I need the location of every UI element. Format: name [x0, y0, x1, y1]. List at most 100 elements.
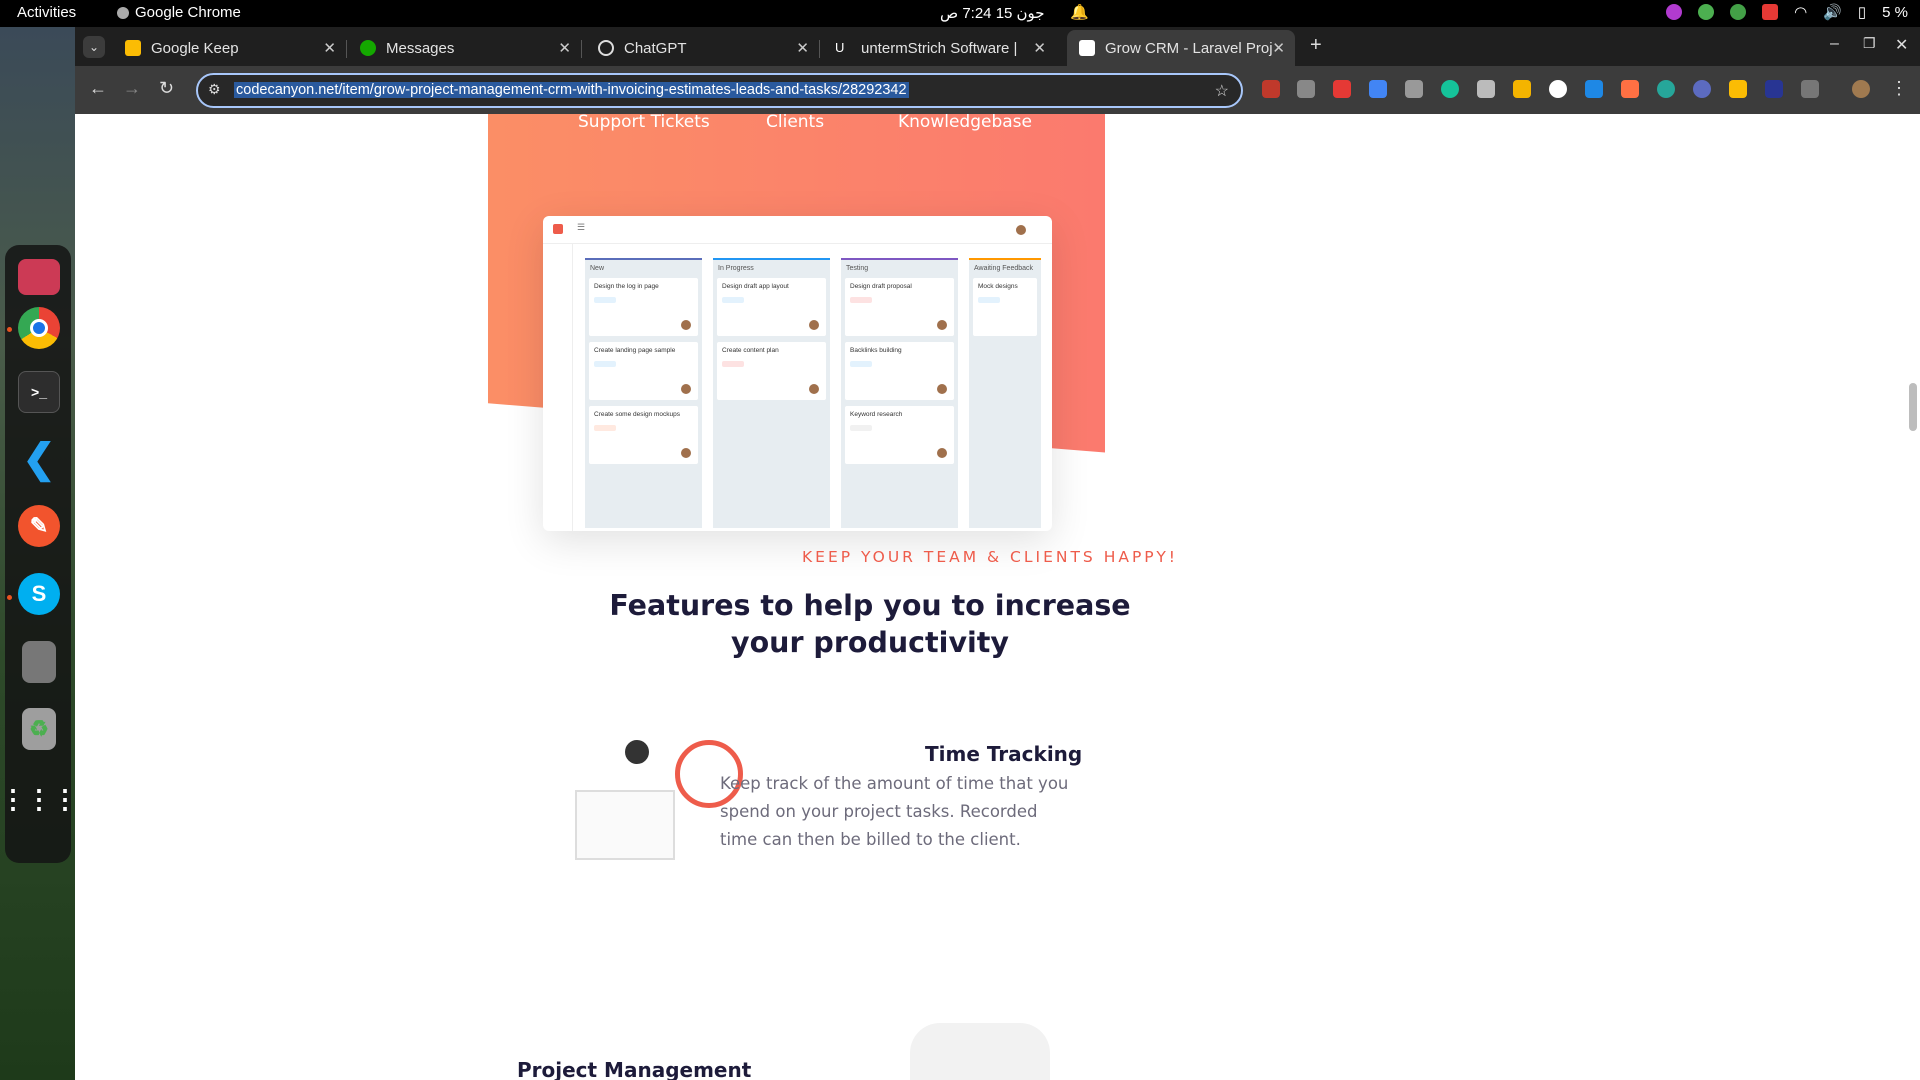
- nav-support-tickets[interactable]: Support Tickets: [578, 114, 710, 132]
- card-badge: [594, 425, 616, 431]
- tab-grow-crm[interactable]: Grow CRM - Laravel Proj ✕: [1067, 30, 1295, 66]
- card-badge: [722, 361, 744, 367]
- tab-google-keep[interactable]: Google Keep ✕: [113, 30, 347, 66]
- extension-red-icon[interactable]: [1333, 80, 1351, 98]
- url-text[interactable]: codecanyon.net/item/grow-project-managem…: [234, 82, 909, 98]
- system-tray[interactable]: ◠ 🔊 ▯ 5 %: [1666, 3, 1908, 21]
- close-icon[interactable]: ✕: [323, 39, 336, 57]
- menu-kebab-icon[interactable]: ⋮: [1890, 78, 1908, 99]
- card-title: Design the log in page: [594, 283, 659, 290]
- extension-vimeo-icon[interactable]: [1297, 80, 1315, 98]
- avatar: [809, 384, 819, 394]
- calendar-icon: [575, 790, 675, 860]
- color-picker-tray-icon[interactable]: [1666, 4, 1683, 20]
- clock[interactable]: جون 15 7:24 ص: [940, 4, 1045, 22]
- scrollbar[interactable]: [1905, 114, 1920, 1080]
- close-window-icon[interactable]: ✕: [1895, 35, 1908, 55]
- wifi-icon[interactable]: ◠: [1794, 3, 1807, 21]
- battery-icon[interactable]: ▯: [1858, 3, 1866, 21]
- chrome-icon: [117, 6, 129, 19]
- tab-separator: [819, 40, 820, 58]
- scroll-thumb[interactable]: [1909, 383, 1917, 431]
- close-icon[interactable]: ✕: [796, 39, 809, 57]
- extension-pill-icon[interactable]: [1621, 80, 1639, 98]
- card-title: Backlinks building: [850, 347, 902, 354]
- app-grid-icon[interactable]: ⋮⋮⋮: [0, 778, 78, 820]
- person-icon: [625, 740, 649, 764]
- extension-keep-icon[interactable]: [1729, 80, 1747, 98]
- close-icon[interactable]: ✕: [558, 39, 571, 57]
- kanban-column: In Progress Design draft app layout Crea…: [713, 258, 830, 528]
- volume-icon[interactable]: 🔊: [1823, 3, 1842, 21]
- extension-grammarly-icon[interactable]: [1441, 80, 1459, 98]
- extension-eyedropper-icon[interactable]: [1477, 80, 1495, 98]
- column-title: Testing: [846, 265, 869, 272]
- minimize-icon[interactable]: –: [1830, 35, 1839, 53]
- tab-untermstrich[interactable]: U untermStrich Software | ✕: [823, 30, 1056, 66]
- notification-bell-icon[interactable]: 🔔: [1070, 3, 1089, 21]
- close-icon[interactable]: ✕: [1272, 39, 1285, 57]
- restore-icon[interactable]: ❐: [1863, 35, 1876, 52]
- nav-knowledgebase[interactable]: Knowledgebase: [898, 114, 1032, 132]
- chrome-dock-icon[interactable]: [18, 307, 60, 349]
- card-title: Create landing page sample: [594, 347, 676, 354]
- pen-app-icon[interactable]: ✎: [18, 505, 60, 547]
- site-info-icon[interactable]: ⚙: [208, 81, 221, 98]
- web-page: Support Tickets Clients Knowledgebase ☰ …: [75, 114, 1905, 1080]
- section-heading: Features to help you to increase your pr…: [609, 589, 1131, 659]
- card-badge: [594, 361, 616, 367]
- extension-green-icon[interactable]: [1657, 80, 1675, 98]
- extension-camera-icon[interactable]: [1405, 80, 1423, 98]
- task-card: Backlinks building: [845, 342, 954, 400]
- avatar: [937, 384, 947, 394]
- close-icon[interactable]: ✕: [1033, 39, 1046, 57]
- tab-chatgpt[interactable]: ChatGPT ✕: [586, 30, 820, 66]
- task-card: Design draft app layout: [717, 278, 826, 336]
- check-tray-icon[interactable]: [1730, 4, 1747, 20]
- forward-arrow-icon[interactable]: →: [123, 78, 141, 99]
- shield-tray-icon[interactable]: [1698, 4, 1715, 20]
- terminal-icon[interactable]: >_: [18, 371, 60, 413]
- project-management-illustration: [910, 1023, 1050, 1080]
- chatgpt-icon: [598, 40, 614, 56]
- skype-icon[interactable]: S: [18, 573, 60, 615]
- feature-desc-time-tracking: Keep track of the amount of time that yo…: [720, 774, 1069, 849]
- extension-download-icon[interactable]: [1585, 80, 1603, 98]
- avatar: [681, 320, 691, 330]
- task-card: Design the log in page: [589, 278, 698, 336]
- extension-gear-icon[interactable]: [1693, 80, 1711, 98]
- tab-search-chevron-icon[interactable]: ⌄: [83, 36, 105, 58]
- vscode-icon[interactable]: ❮: [18, 437, 60, 481]
- files-icon[interactable]: [18, 259, 60, 295]
- task-card: Keyword research: [845, 406, 954, 464]
- bookmark-star-icon[interactable]: ☆: [1215, 81, 1229, 101]
- back-arrow-icon[interactable]: ←: [89, 78, 107, 99]
- google-keep-icon: [125, 40, 141, 56]
- profile-avatar[interactable]: [1852, 80, 1870, 98]
- address-bar[interactable]: ⚙ codecanyon.net/item/grow-project-manag…: [196, 73, 1243, 108]
- tab-messages[interactable]: Messages ✕: [348, 30, 582, 66]
- battery-percent: 5 %: [1882, 3, 1908, 21]
- extensions-puzzle-icon[interactable]: [1801, 80, 1819, 98]
- extension-translate-icon[interactable]: [1369, 80, 1387, 98]
- task-card: Create landing page sample: [589, 342, 698, 400]
- extension-puzzle-yellow-icon[interactable]: [1513, 80, 1531, 98]
- tab-title: untermStrich Software |: [861, 39, 1018, 57]
- nav-clients[interactable]: Clients: [766, 114, 824, 132]
- card-badge: [722, 297, 744, 303]
- tab-title: Google Keep: [151, 39, 239, 57]
- system-top-bar: Activities Google Chrome جون 15 7:24 ص 🔔…: [0, 0, 1920, 27]
- disks-icon[interactable]: [22, 641, 56, 683]
- new-tab-plus-icon[interactable]: +: [1310, 34, 1322, 57]
- anydesk-tray-icon[interactable]: [1762, 4, 1779, 20]
- extension-notification-icon[interactable]: [1262, 80, 1280, 98]
- activities-button[interactable]: Activities: [17, 4, 76, 21]
- extension-blue-icon[interactable]: [1765, 80, 1783, 98]
- app-menu[interactable]: Google Chrome: [117, 4, 241, 21]
- card-title: Design draft app layout: [722, 283, 789, 290]
- trash-icon[interactable]: ♻: [22, 708, 56, 750]
- tab-title: ChatGPT: [624, 39, 687, 57]
- reload-icon[interactable]: ↻: [159, 78, 174, 99]
- extension-circle-icon[interactable]: [1549, 80, 1567, 98]
- tab-separator: [346, 40, 347, 58]
